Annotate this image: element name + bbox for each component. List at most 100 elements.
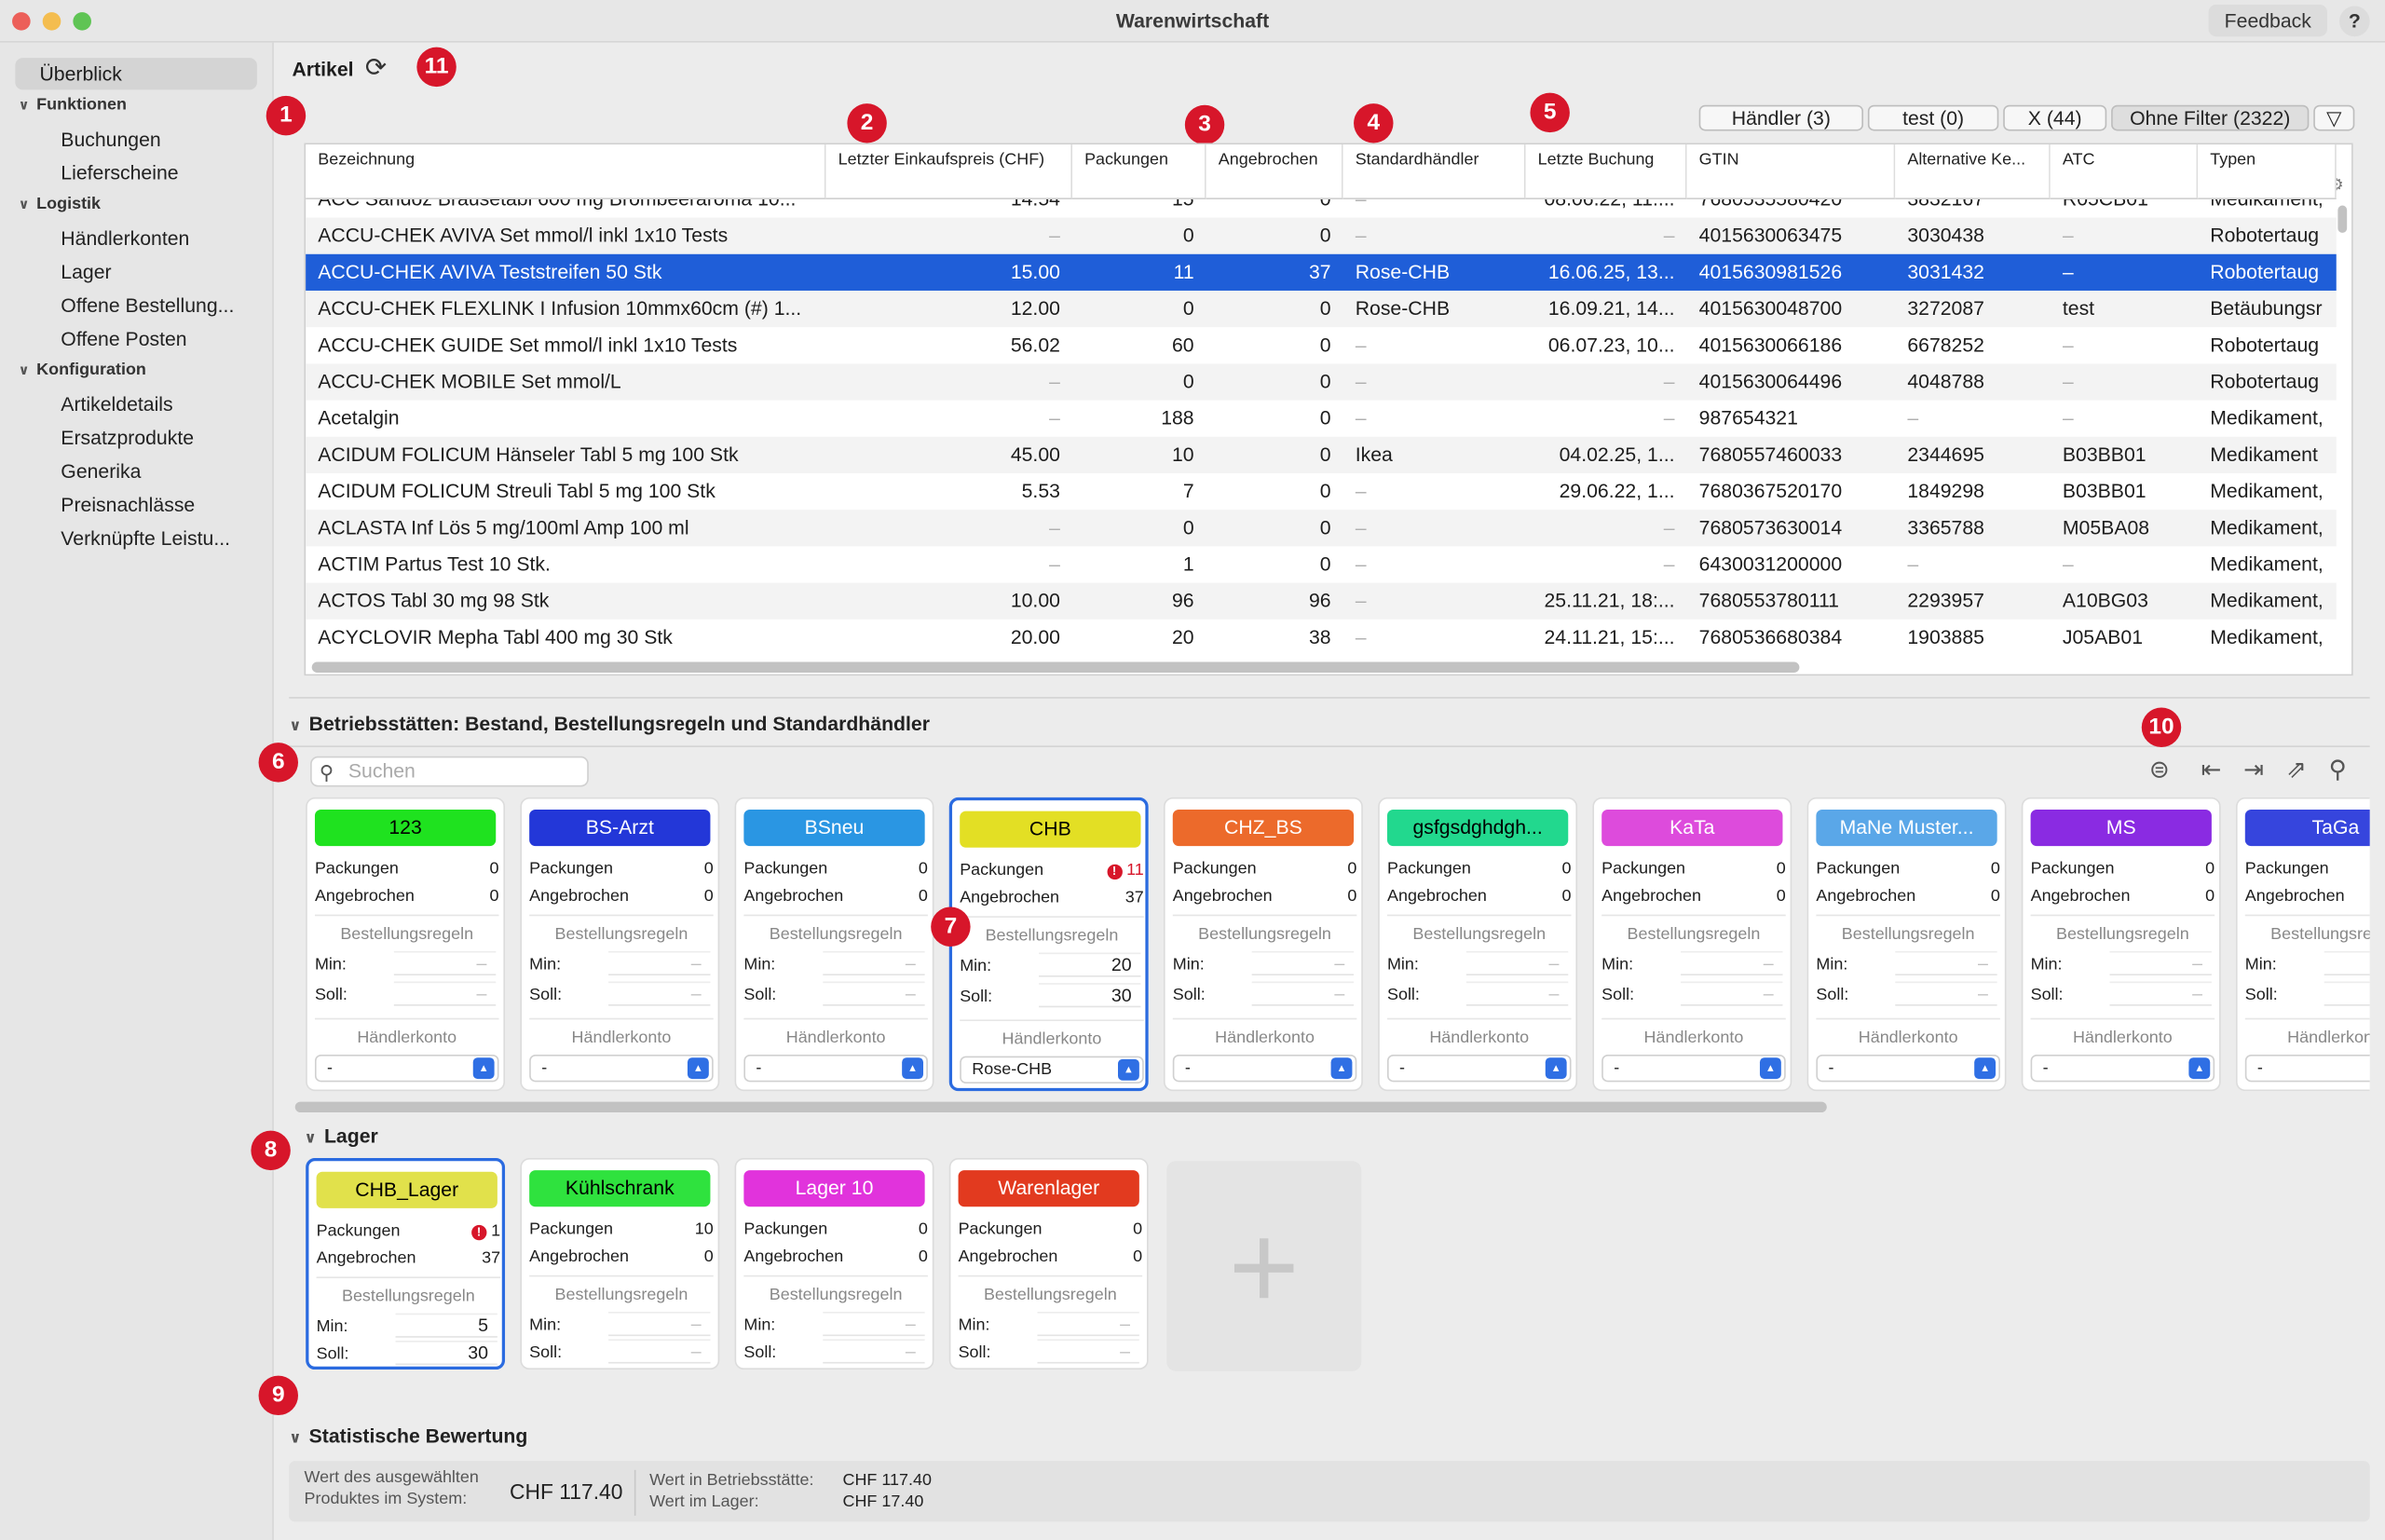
- min-input[interactable]: –: [608, 950, 711, 976]
- column-header[interactable]: Angebrochen: [1206, 144, 1343, 199]
- column-header[interactable]: Alternative Ke...: [1895, 144, 2051, 199]
- min-input[interactable]: 5: [395, 1313, 497, 1338]
- table-row[interactable]: Acetalgin –188 0– –987654321– – Medikament,: [306, 401, 2337, 437]
- soll-input[interactable]: –: [2324, 981, 2370, 1006]
- betrieb-card[interactable]: BSneu Packungen 0 Angebrochen 0 Bestellungsre…: [734, 797, 934, 1092]
- soll-input[interactable]: –: [1037, 1339, 1139, 1364]
- table-row[interactable]: ACTOS Tabl 30 mg 98 Stk 10.00 96 96 – 25.11.2…: [306, 582, 2337, 620]
- haendlerkonto-select[interactable]: -▴: [529, 1054, 714, 1083]
- min-input[interactable]: –: [1465, 950, 1569, 976]
- refresh-icon[interactable]: ⟳: [365, 53, 387, 84]
- sidebar-item-lager[interactable]: Lager: [61, 260, 111, 283]
- sidebar-item-ueberblick[interactable]: Überblick: [15, 58, 257, 90]
- search-input[interactable]: ⚲ Suchen: [310, 756, 589, 787]
- column-header[interactable]: Typen: [2198, 144, 2337, 199]
- betrieb-card[interactable]: CHZ_BS Packungen 0 Angebrochen 0 Bestellungsr…: [1163, 797, 1363, 1092]
- sidebar-item-buchungen[interactable]: Buchungen: [61, 128, 160, 151]
- soll-input[interactable]: –: [608, 981, 711, 1006]
- horizontal-scrollbar[interactable]: [311, 661, 1800, 673]
- haendlerkonto-select[interactable]: -▴: [1816, 1054, 2000, 1083]
- min-input[interactable]: –: [1037, 1311, 1139, 1337]
- cart-icon[interactable]: ⚲: [2329, 755, 2347, 785]
- filter-test[interactable]: test (0): [1867, 104, 1999, 131]
- min-input[interactable]: –: [1681, 950, 1783, 976]
- cards-scrollbar[interactable]: [294, 1101, 1827, 1113]
- betrieb-card[interactable]: 123 Packungen 0 Angebrochen 0 Bestellungsrege…: [306, 797, 506, 1092]
- betrieb-card[interactable]: TaGa Packungen Angebrochen Bestellungsregel…: [2235, 797, 2370, 1092]
- table-row[interactable]: ACLASTA Inf Lös 5 mg/100ml Amp 100 ml –0 0…: [306, 510, 2337, 547]
- filter-haendler[interactable]: Händler (3): [1698, 104, 1863, 131]
- lager-card[interactable]: CHB_Lager Packungen! 1 Angebrochen 37 Bestell…: [306, 1158, 506, 1370]
- haendlerkonto-select[interactable]: Rose-CHB ▴: [960, 1056, 1144, 1083]
- soll-input[interactable]: –: [393, 981, 497, 1006]
- haendlerkonto-select[interactable]: -▴: [1386, 1054, 1572, 1083]
- table-row[interactable]: ACIDUM FOLICUM Hänseler Tabl 5 mg 100 St…: [306, 436, 2337, 473]
- section-statistische-bewertung[interactable]: ∨ Statistische Bewertung: [289, 1424, 527, 1448]
- sidebar-item-preisnachlaesse[interactable]: Preisnachlässe: [61, 493, 195, 516]
- soll-input[interactable]: –: [823, 981, 925, 1006]
- soll-input[interactable]: –: [1465, 981, 1569, 1006]
- sidebar-item-generika[interactable]: Generika: [61, 459, 141, 483]
- min-input[interactable]: –: [823, 950, 925, 976]
- share-icon[interactable]: ⇗: [2286, 755, 2307, 785]
- sidebar-item-lieferscheine[interactable]: Lieferscheine: [61, 161, 178, 184]
- table-row[interactable]: ACYCLOVIR Mepha Tabl 400 mg 30 Stk 20.00 2…: [306, 620, 2337, 656]
- sidebar-section-konfiguration[interactable]: ∨ Konfiguration: [19, 361, 146, 379]
- haendlerkonto-select[interactable]: -▴: [1601, 1054, 1786, 1083]
- soll-input[interactable]: 30: [1039, 983, 1141, 1008]
- soll-input[interactable]: –: [608, 1339, 711, 1364]
- filter-ohne-filter[interactable]: Ohne Filter (2322): [2111, 104, 2310, 131]
- sidebar-item-artikeldetails[interactable]: Artikeldetails: [61, 392, 172, 416]
- soll-input[interactable]: –: [2109, 981, 2212, 1006]
- add-lager-button[interactable]: +: [1166, 1161, 1362, 1371]
- column-header[interactable]: Letzter Einkaufspreis (CHF): [825, 144, 1073, 199]
- column-header[interactable]: Bezeichnung: [306, 144, 826, 199]
- section-lager[interactable]: ∨ Lager: [305, 1124, 378, 1148]
- column-header[interactable]: Letzte Buchung: [1525, 144, 1687, 199]
- betrieb-card[interactable]: MS Packungen 0 Angebrochen 0 Bestellungsregel…: [2021, 797, 2221, 1092]
- column-header[interactable]: ATC: [2050, 144, 2199, 199]
- lager-card[interactable]: Kühlschrank Packungen 10 Angebrochen 0 Bestel…: [520, 1158, 720, 1370]
- table-row[interactable]: ACCU-CHEK FLEXLINK I Infusion 10mmx60cm …: [306, 290, 2337, 328]
- min-input[interactable]: –: [608, 1311, 711, 1337]
- betrieb-card[interactable]: KaTa Packungen 0 Angebrochen 0 Bestellungsreg…: [1592, 797, 1792, 1092]
- haendlerkonto-select[interactable]: -▴: [2030, 1054, 2215, 1083]
- filter-icon[interactable]: ▽: [2313, 104, 2355, 131]
- soll-input[interactable]: –: [1895, 981, 1997, 1006]
- min-input[interactable]: –: [393, 950, 497, 976]
- betrieb-card[interactable]: BS-Arzt Packungen 0 Angebrochen 0 Bestellungs…: [520, 797, 720, 1092]
- column-header[interactable]: Standardhändler: [1342, 144, 1526, 199]
- min-input[interactable]: –: [2324, 950, 2370, 976]
- vertical-scrollbar[interactable]: [2337, 205, 2348, 233]
- sidebar-item-verknuepfte-leistungen[interactable]: Verknüpfte Leistu...: [61, 526, 230, 550]
- soll-input[interactable]: –: [1251, 981, 1355, 1006]
- table-row[interactable]: ACCU-CHEK AVIVA Set mmol/l inkl 1x10 Tes…: [306, 217, 2337, 254]
- min-input[interactable]: –: [2109, 950, 2212, 976]
- sidebar-item-offene-posten[interactable]: Offene Posten: [61, 327, 186, 350]
- list-filter-icon[interactable]: ⊜: [2149, 755, 2170, 785]
- min-input[interactable]: –: [1251, 950, 1355, 976]
- haendlerkonto-select[interactable]: -▴: [1172, 1054, 1357, 1083]
- column-header[interactable]: GTIN: [1686, 144, 1896, 199]
- betrieb-card[interactable]: gsfgsdghdgh... Packungen 0 Angebrochen 0 Best…: [1378, 797, 1578, 1092]
- sidebar-item-ersatzprodukte[interactable]: Ersatzprodukte: [61, 426, 194, 449]
- table-row[interactable]: ACCU-CHEK GUIDE Set mmol/l inkl 1x10 Tes…: [306, 327, 2337, 363]
- lager-card[interactable]: Lager 10 Packungen 0 Angebrochen 0 Bestellung…: [734, 1158, 934, 1370]
- help-button[interactable]: ?: [2339, 6, 2370, 37]
- column-header[interactable]: Packungen: [1072, 144, 1206, 199]
- haendlerkonto-select[interactable]: -▴: [743, 1054, 928, 1083]
- min-input[interactable]: –: [823, 1311, 925, 1337]
- feedback-button[interactable]: Feedback: [2208, 4, 2327, 37]
- import-icon[interactable]: ⇤: [2201, 755, 2221, 785]
- betrieb-card[interactable]: CHB Packungen! 11 Angebrochen 37 Bestellungsr…: [948, 797, 1149, 1092]
- min-input[interactable]: 20: [1039, 952, 1141, 977]
- table-row[interactable]: ACCU-CHEK AVIVA Teststreifen 50 Stk 15.00…: [306, 253, 2337, 291]
- sidebar-item-offene-bestellungen[interactable]: Offene Bestellung...: [61, 293, 234, 317]
- table-row[interactable]: ACIDUM FOLICUM Streuli Tabl 5 mg 100 Stk…: [306, 473, 2337, 510]
- sidebar-section-funktionen[interactable]: ∨ Funktionen: [19, 96, 127, 115]
- sidebar-section-logistik[interactable]: ∨ Logistik: [19, 195, 101, 213]
- sidebar-item-haendlerkonten[interactable]: Händlerkonten: [61, 226, 189, 250]
- soll-input[interactable]: 30: [395, 1341, 497, 1366]
- table-row[interactable]: ACTIM Partus Test 10 Stk. –1 0– –6430031200…: [306, 546, 2337, 582]
- soll-input[interactable]: –: [1681, 981, 1783, 1006]
